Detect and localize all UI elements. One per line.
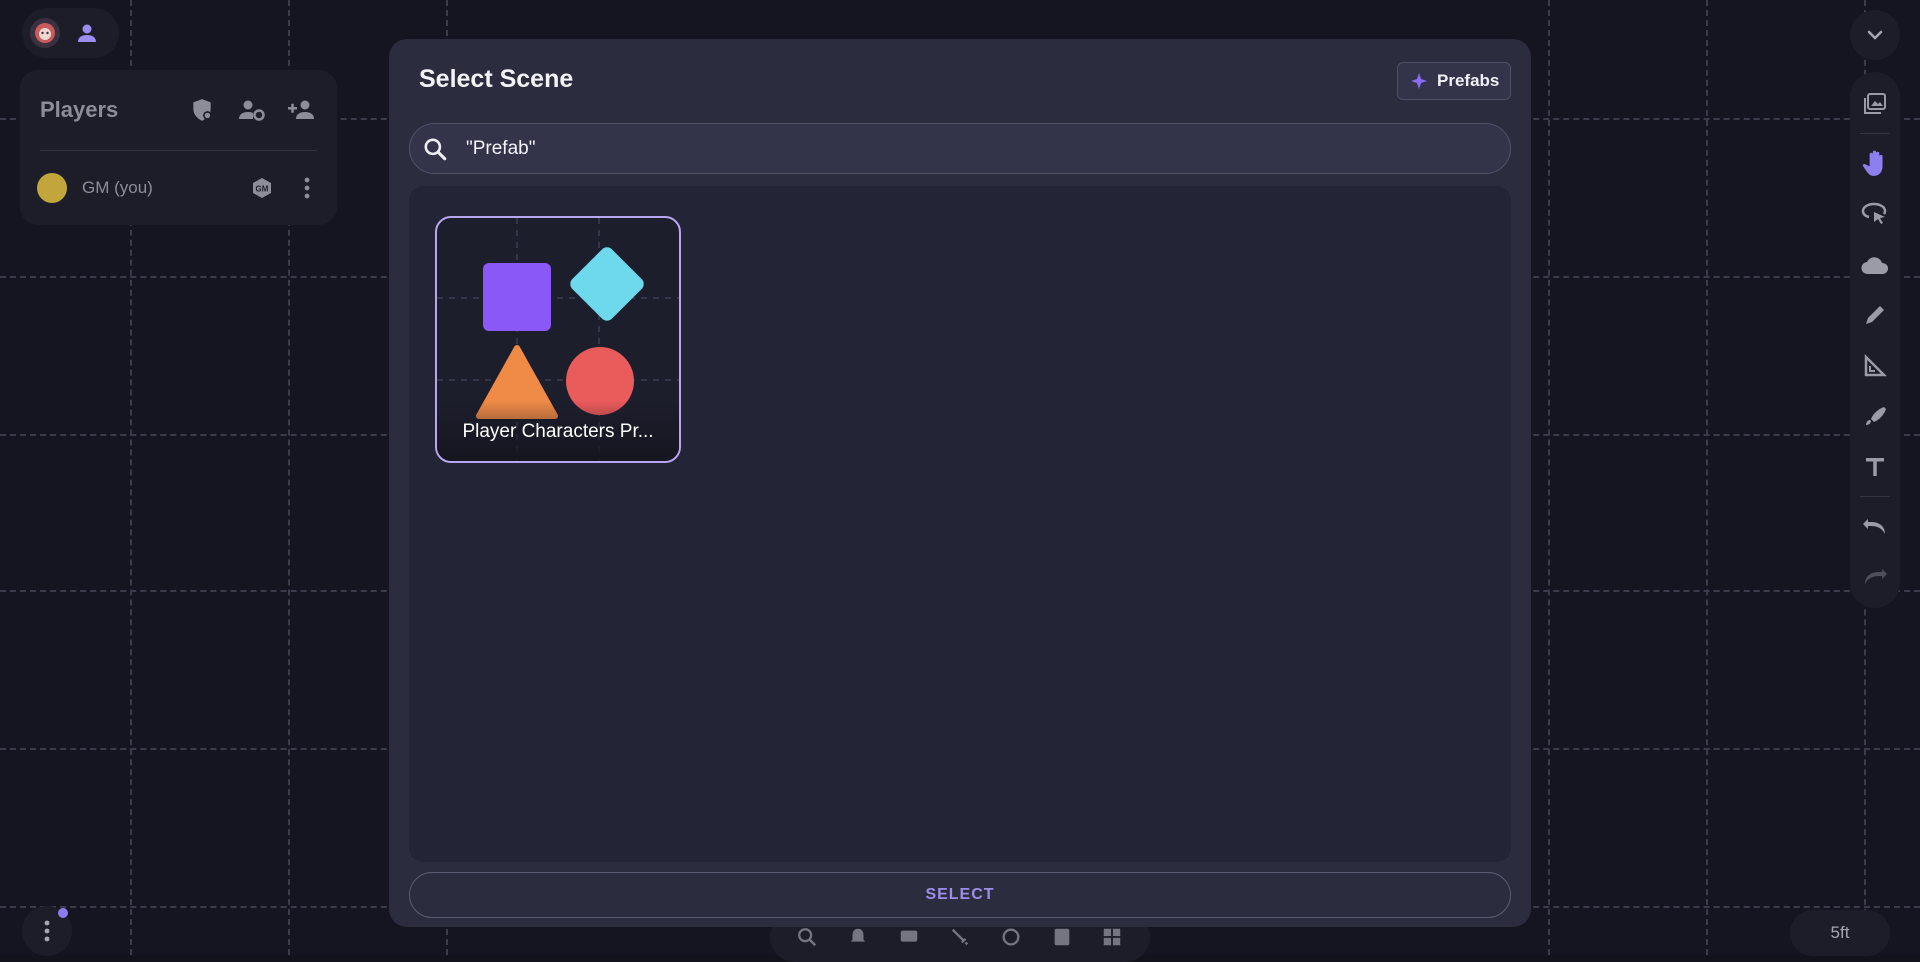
user-controls	[22, 8, 119, 58]
tools-toolbar	[1850, 72, 1900, 608]
search-bar	[409, 123, 1511, 174]
gm-badge-icon: GM	[249, 175, 275, 201]
prefabs-button[interactable]: Prefabs	[1397, 62, 1511, 100]
player-settings-icon[interactable]	[237, 95, 267, 125]
players-panel: Players GM (you) GM	[20, 70, 337, 225]
svg-text:GM: GM	[256, 185, 269, 194]
divider	[1860, 496, 1890, 497]
text-icon[interactable]	[1855, 447, 1895, 487]
search-icon	[422, 136, 448, 162]
redo-icon[interactable]	[1855, 557, 1895, 597]
scene-grid: Player Characters Pr...	[409, 186, 1511, 862]
divider	[1860, 133, 1890, 134]
add-player-icon[interactable]	[287, 95, 317, 125]
collapse-toolbar-button[interactable]	[1850, 10, 1900, 60]
sparkle-icon	[1411, 73, 1427, 89]
chevron-down-icon	[1867, 30, 1883, 40]
player-name: GM (you)	[82, 178, 249, 198]
brush-icon[interactable]	[1855, 397, 1895, 437]
player-row[interactable]: GM (you) GM	[40, 151, 317, 225]
players-header: Players	[40, 70, 317, 150]
notification-dot	[58, 908, 68, 918]
image-icon[interactable]	[1855, 84, 1895, 124]
select-button[interactable]: SELECT	[409, 872, 1511, 918]
dialog-title: Select Scene	[419, 65, 573, 94]
select-scene-dialog: Select Scene Prefabs Player Characte	[389, 39, 1531, 927]
scene-card-title: Player Characters Pr...	[437, 421, 679, 443]
select-icon[interactable]	[1855, 194, 1895, 234]
grid-line	[1706, 0, 1708, 955]
hand-icon[interactable]	[1855, 144, 1895, 184]
more-vert-icon	[44, 920, 50, 942]
avatar-icon[interactable]	[30, 18, 60, 48]
undo-icon[interactable]	[1855, 507, 1895, 547]
players-title: Players	[40, 97, 167, 123]
person-icon[interactable]	[72, 18, 102, 48]
fog-icon[interactable]	[1855, 245, 1895, 285]
draw-icon[interactable]	[1855, 295, 1895, 335]
shield-gm-icon[interactable]	[187, 95, 217, 125]
measure-icon[interactable]	[1855, 346, 1895, 386]
player-color-dot	[37, 173, 67, 203]
more-options-icon[interactable]	[297, 173, 317, 203]
grid-scale[interactable]: 5ft	[1790, 910, 1890, 956]
prefabs-label: Prefabs	[1437, 71, 1499, 91]
grid-line	[1548, 0, 1550, 955]
scene-card[interactable]: Player Characters Pr...	[435, 216, 681, 463]
search-input[interactable]	[466, 138, 1466, 160]
